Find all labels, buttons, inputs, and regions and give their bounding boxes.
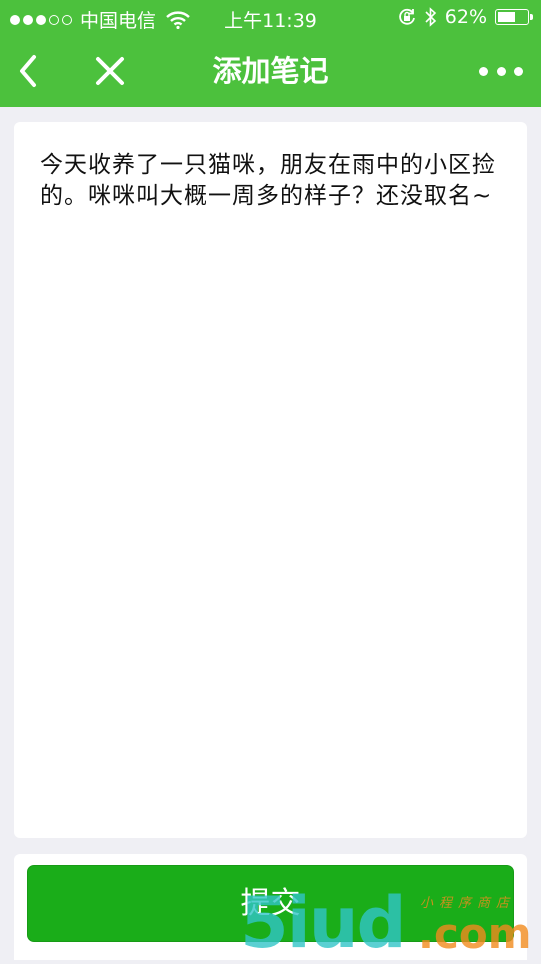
nav-bar: 添加笔记 bbox=[0, 36, 541, 107]
note-textarea[interactable]: 今天收养了一只猫咪，朋友在雨中的小区捡的。咪咪叫大概一周多的样子？还没取名~ bbox=[40, 150, 510, 212]
app-header: 中国电信 上午11:39 62% 添加笔记 bbox=[0, 0, 541, 107]
note-card[interactable]: 今天收养了一只猫咪，朋友在雨中的小区捡的。咪咪叫大概一周多的样子？还没取名~ bbox=[14, 122, 527, 838]
rotation-lock-icon bbox=[399, 8, 415, 25]
battery-percent: 62% bbox=[444, 6, 487, 28]
status-right: 62% bbox=[397, 6, 533, 28]
more-dot bbox=[496, 66, 506, 76]
bluetooth-icon bbox=[425, 7, 436, 27]
battery-level bbox=[498, 12, 515, 22]
page-title: 添加笔记 bbox=[212, 54, 329, 88]
more-dot bbox=[479, 66, 488, 76]
more-horizontal-icon[interactable] bbox=[479, 61, 523, 81]
more-dot bbox=[514, 66, 523, 76]
status-bar: 中国电信 上午11:39 62% bbox=[0, 0, 541, 36]
battery-tip bbox=[530, 14, 533, 20]
close-icon[interactable] bbox=[92, 53, 128, 89]
chevron-left-icon[interactable] bbox=[12, 51, 48, 91]
submit-button[interactable]: 提交 bbox=[27, 865, 514, 942]
battery-icon bbox=[495, 9, 533, 25]
